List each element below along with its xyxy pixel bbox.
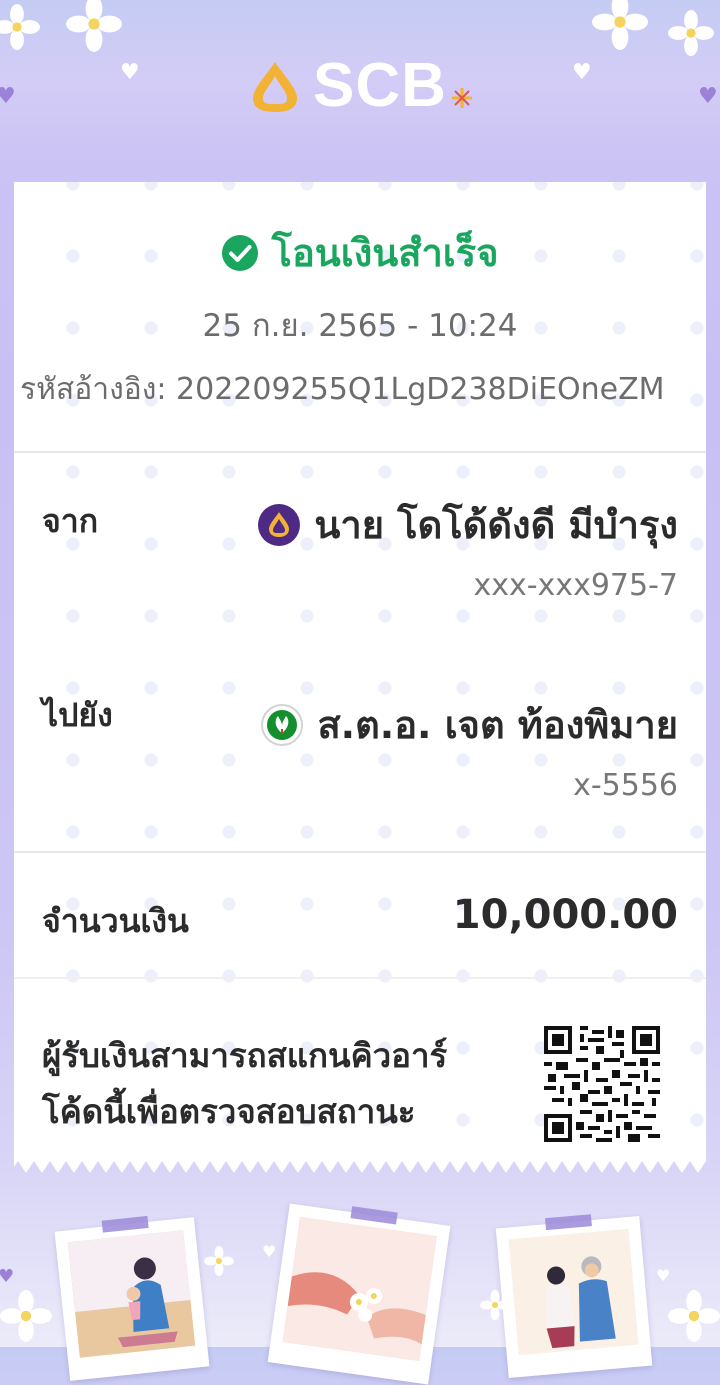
photo-hands-flowers <box>267 1203 451 1385</box>
flower-icon <box>66 0 122 52</box>
flower-icon <box>668 1290 720 1342</box>
qr-instruction-line2: โค้ดนี้เพื่อตรวจสอบสถานะ <box>42 1092 416 1131</box>
divider <box>14 851 706 853</box>
kbank-bank-icon <box>261 703 304 746</box>
flower-icon <box>204 1246 234 1276</box>
photo-tape <box>350 1206 398 1225</box>
photo-elderly-couple <box>495 1214 653 1378</box>
photo-tape <box>101 1215 149 1233</box>
scb-logo-text: SCB <box>313 51 447 120</box>
qr-instruction-line1: ผู้รับเงินสามารถสแกนคิวอาร์ <box>42 1036 448 1075</box>
to-account: ส.ต.อ. เจต ท้องพิมาย <box>261 694 678 755</box>
reference-value: 202209255Q1LgD238DiEOneZM <box>176 372 665 407</box>
heart-icon: ♥ <box>656 1266 671 1285</box>
reference-label: รหัสอ้างอิง: <box>20 372 167 407</box>
scb-bank-icon <box>258 503 301 546</box>
amount-value: 10,000.00 <box>452 892 678 938</box>
amount-label: จำนวนเงิน <box>42 902 189 940</box>
reference-number: รหัสอ้างอิง: 202209255Q1LgD238DiEOneZM <box>20 366 710 413</box>
photo-tape <box>545 1214 592 1231</box>
hands-flowers-illustration <box>282 1217 437 1362</box>
scb-logo-icon <box>253 61 298 112</box>
flower-icon <box>0 4 40 50</box>
qr-instruction: ผู้รับเงินสามารถสแกนคิวอาร์ โค้ดนี้เพื่อ… <box>42 1028 512 1140</box>
sender-account-number: xxx-xxx975-7 <box>473 568 678 603</box>
flower-icon <box>592 0 648 50</box>
status-text: โอนเงินสำเร็จ <box>271 231 499 275</box>
divider <box>14 451 706 453</box>
recipient-account-number: x-5556 <box>573 768 678 803</box>
flower-icon <box>480 1290 510 1320</box>
transaction-datetime: 25 ก.ย. 2565 - 10:24 <box>202 308 518 344</box>
to-label: ไปยัง <box>42 696 113 734</box>
transfer-status: โอนเงินสำเร็จ <box>0 222 720 283</box>
sparkle-icon <box>451 87 472 108</box>
elderly-couple-illustration <box>508 1229 639 1356</box>
recipient-name: ส.ต.อ. เจต ท้องพิมาย <box>317 703 678 747</box>
check-circle-icon <box>221 234 258 271</box>
scb-logo: SCB <box>0 50 720 121</box>
photo-mother-child <box>54 1215 210 1381</box>
heart-icon: ♥ <box>0 1266 15 1287</box>
from-account: นาย โดโด้ดังดี มีบำรุง <box>258 494 678 555</box>
receipt-zigzag-edge <box>14 1157 706 1173</box>
from-label: จาก <box>42 502 99 540</box>
divider <box>14 977 706 979</box>
mother-child-illustration <box>67 1230 195 1348</box>
heart-icon: ♥ <box>262 1242 277 1261</box>
flower-icon <box>0 1290 52 1342</box>
qr-code[interactable] <box>544 1026 660 1142</box>
sender-name: นาย โดโด้ดังดี มีบำรุง <box>314 503 678 547</box>
